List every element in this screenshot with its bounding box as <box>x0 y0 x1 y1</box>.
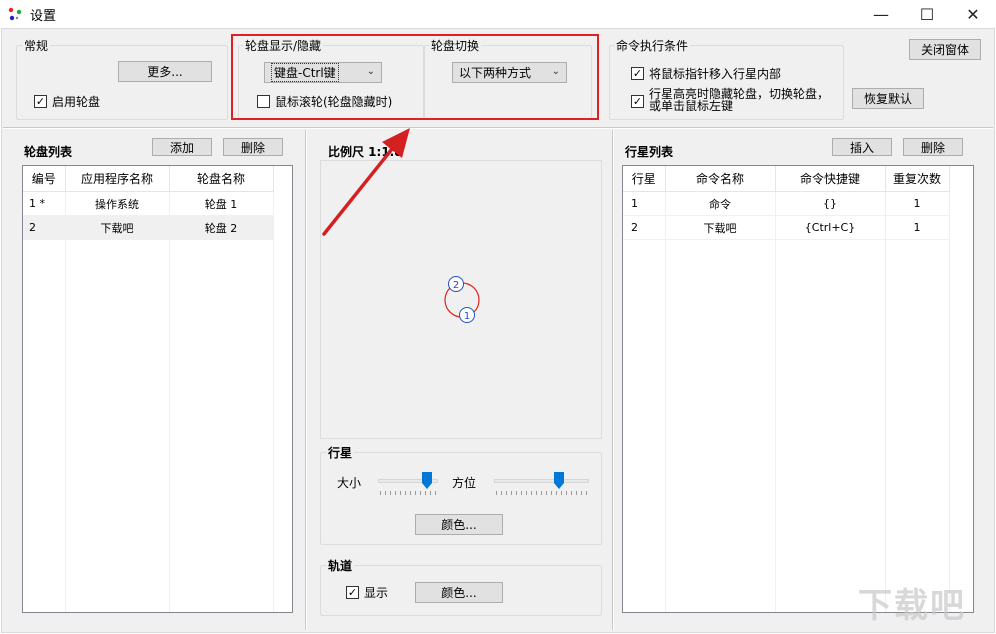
table-cell: 命令 <box>665 191 776 216</box>
close-button[interactable]: ✕ <box>950 0 996 28</box>
column-header[interactable]: 重复次数 <box>885 166 950 192</box>
grid-line <box>169 232 170 612</box>
highlight-hide-line2: 或单击鼠标左键 <box>649 99 734 113</box>
command-conditions-label: 命令执行条件 <box>614 37 691 54</box>
table-cell: 操作系统 <box>65 191 170 216</box>
table-cell: 下载吧 <box>65 215 170 240</box>
table-cell: 1 <box>885 191 950 216</box>
planet-node-label: 1 <box>464 311 470 322</box>
size-slider[interactable] <box>378 472 438 496</box>
size-label: 大小 <box>337 476 362 490</box>
app-icon <box>8 7 22 21</box>
maximize-button[interactable]: ☐ <box>904 0 950 28</box>
orbit-group-label: 轨道 <box>326 557 355 574</box>
move-into-planet-label: 将鼠标指针移入行星内部 <box>649 67 782 81</box>
column-header[interactable]: 轮盘名称 <box>169 166 274 192</box>
table-cell: 1 * <box>23 191 66 216</box>
wheel-list-title: 轮盘列表 <box>24 145 73 159</box>
slider-track <box>494 479 589 483</box>
slider-ticks <box>380 491 436 495</box>
restore-default-button[interactable]: 恢复默认 <box>852 88 924 109</box>
table-cell: {} <box>775 191 886 216</box>
grid-line <box>665 232 666 612</box>
grid-line <box>65 232 66 612</box>
table-row[interactable]: 1 命令 {} 1 <box>623 191 950 216</box>
table-header: 编号 应用程序名称 轮盘名称 <box>23 166 274 192</box>
planet-group-label: 行星 <box>326 444 355 461</box>
table-row[interactable]: 1 * 操作系统 轮盘 1 <box>23 191 274 216</box>
divider <box>612 130 614 630</box>
column-header[interactable]: 命令快捷键 <box>775 166 886 192</box>
divider <box>305 130 307 630</box>
show-orbit-label: 显示 <box>364 586 389 600</box>
table-cell: 轮盘 1 <box>169 191 274 216</box>
delete-wheel-button[interactable]: 删除 <box>223 138 283 156</box>
table-header: 行星 命令名称 命令快捷键 重复次数 <box>623 166 950 192</box>
minimize-button[interactable]: — <box>858 0 904 28</box>
column-header[interactable]: 应用程序名称 <box>65 166 170 192</box>
grid-line <box>949 232 950 612</box>
column-header[interactable]: 行星 <box>623 166 666 192</box>
planet-color-button[interactable]: 颜色... <box>415 514 503 535</box>
show-orbit-checkbox[interactable]: ✓ <box>346 586 359 599</box>
slider-ticks <box>496 491 587 495</box>
highlight-box <box>231 34 599 120</box>
table-cell: 2 <box>623 215 666 240</box>
column-header[interactable]: 命令名称 <box>665 166 776 192</box>
highlight-hide-label: 行星高亮时隐藏轮盘，切换轮盘， 或单击鼠标左键 <box>649 88 829 112</box>
grid-line <box>273 232 274 612</box>
general-group-label: 常规 <box>22 37 51 54</box>
watermark-logo: 下载吧 <box>858 586 966 626</box>
insert-button[interactable]: 插入 <box>832 138 892 156</box>
table-cell: {Ctrl+C} <box>775 215 886 240</box>
divider <box>3 127 993 129</box>
window-title: 设置 <box>30 9 57 24</box>
planet-list-table[interactable]: 行星 命令名称 命令快捷键 重复次数 1 命令 {} 1 2 下载吧 {Ctrl… <box>622 165 974 613</box>
table-cell: 下载吧 <box>665 215 776 240</box>
slider-thumb[interactable] <box>554 472 564 489</box>
title-bar: 设置 — ☐ ✕ <box>0 0 996 28</box>
direction-slider[interactable] <box>494 472 589 496</box>
enable-wheel-checkbox[interactable]: ✓ <box>34 95 47 108</box>
table-row[interactable]: 2 下载吧 {Ctrl+C} 1 <box>623 215 950 240</box>
orbit-color-button[interactable]: 颜色... <box>415 582 503 603</box>
table-row[interactable]: 2 下载吧 轮盘 2 <box>23 215 274 240</box>
annotation-arrow <box>322 128 410 236</box>
table-cell: 轮盘 2 <box>169 215 274 240</box>
table-cell: 1 <box>885 215 950 240</box>
wheel-list-table[interactable]: 编号 应用程序名称 轮盘名称 1 * 操作系统 轮盘 1 2 下载吧 轮盘 2 <box>22 165 293 613</box>
planet-node-label: 2 <box>453 280 459 291</box>
delete-planet-button[interactable]: 删除 <box>903 138 963 156</box>
enable-wheel-label: 启用轮盘 <box>52 95 101 109</box>
grid-line <box>775 232 776 612</box>
table-cell: 2 <box>23 215 66 240</box>
planet-list-title: 行星列表 <box>625 145 674 159</box>
general-group <box>16 45 228 120</box>
table-cell: 1 <box>623 191 666 216</box>
highlight-hide-checkbox[interactable]: ✓ <box>631 95 644 108</box>
move-into-planet-checkbox[interactable]: ✓ <box>631 67 644 80</box>
direction-label: 方位 <box>452 476 477 490</box>
slider-thumb[interactable] <box>422 472 432 489</box>
column-header[interactable]: 编号 <box>23 166 66 192</box>
more-button[interactable]: 更多... <box>118 61 212 82</box>
close-window-button[interactable]: 关闭窗体 <box>909 39 981 60</box>
add-button[interactable]: 添加 <box>152 138 212 156</box>
grid-line <box>885 232 886 612</box>
